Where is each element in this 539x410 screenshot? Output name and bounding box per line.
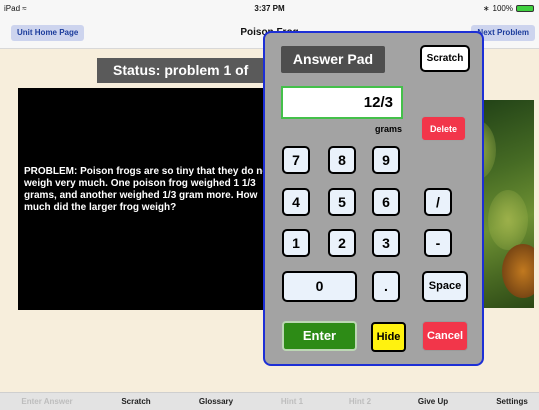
bottom-toolbar: Enter Answer Scratch Glossary Hint 1 Hin… xyxy=(0,392,539,410)
key-decimal[interactable]: . xyxy=(372,271,400,302)
key-4[interactable]: 4 xyxy=(282,188,310,216)
clock: 3:37 PM xyxy=(254,4,285,13)
hint-2-button[interactable]: Hint 2 xyxy=(332,396,388,408)
give-up-button[interactable]: Give Up xyxy=(405,396,461,408)
glossary-button[interactable]: Glossary xyxy=(188,396,244,408)
battery-percent: 100% xyxy=(492,4,513,13)
key-slash[interactable]: / xyxy=(424,188,452,216)
settings-button[interactable]: Settings xyxy=(484,396,539,408)
bluetooth-icon: ∗ xyxy=(482,4,490,13)
key-0[interactable]: 0 xyxy=(282,271,357,302)
pad-scratch-button[interactable]: Scratch xyxy=(420,45,470,72)
device-status-bar: iPad ≈ 3:37 PM ∗ 100% xyxy=(0,0,539,18)
key-1[interactable]: 1 xyxy=(282,229,310,257)
key-7[interactable]: 7 xyxy=(282,146,310,174)
hide-button[interactable]: Hide xyxy=(371,322,406,352)
problem-panel: PROBLEM: Poison frogs are so tiny that t… xyxy=(18,88,280,310)
key-5[interactable]: 5 xyxy=(328,188,356,216)
cancel-button[interactable]: Cancel xyxy=(422,321,468,351)
answer-pad-title: Answer Pad xyxy=(281,46,385,73)
delete-button[interactable]: Delete xyxy=(421,116,466,141)
image-highlight xyxy=(488,190,528,250)
units-label: grams xyxy=(374,124,402,134)
battery-icon xyxy=(516,5,534,12)
key-3[interactable]: 3 xyxy=(372,229,400,257)
hint-1-button[interactable]: Hint 1 xyxy=(264,396,320,408)
answer-input[interactable]: 12/3 xyxy=(281,86,403,119)
key-6[interactable]: 6 xyxy=(372,188,400,216)
scratch-button[interactable]: Scratch xyxy=(108,396,164,408)
enter-answer-button[interactable]: Enter Answer xyxy=(19,396,75,408)
frog-leg xyxy=(502,244,534,298)
enter-button[interactable]: Enter xyxy=(282,321,357,351)
problem-text: PROBLEM: Poison frogs are so tiny that t… xyxy=(24,166,272,213)
key-space[interactable]: Space xyxy=(422,271,468,302)
key-8[interactable]: 8 xyxy=(328,146,356,174)
key-minus[interactable]: - xyxy=(424,229,452,257)
key-2[interactable]: 2 xyxy=(328,229,356,257)
key-9[interactable]: 9 xyxy=(372,146,400,174)
battery-indicator: ∗ 100% xyxy=(483,4,534,13)
